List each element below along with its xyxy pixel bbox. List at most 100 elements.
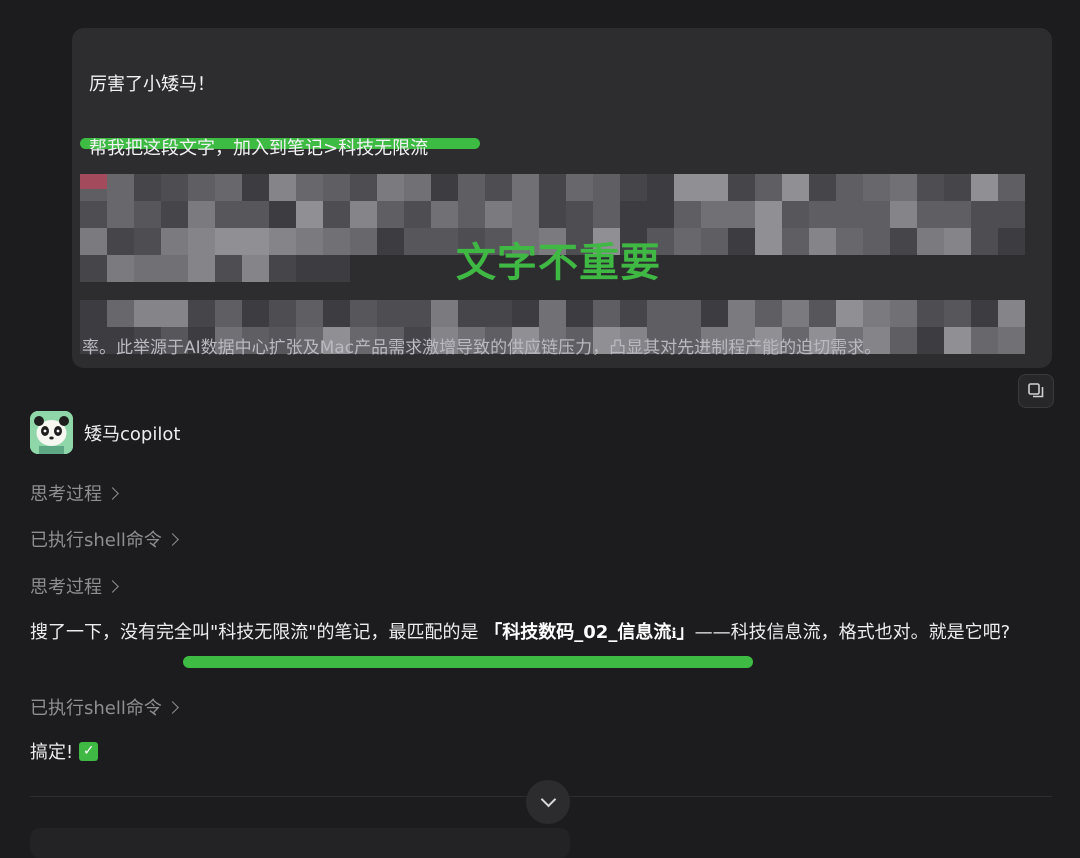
mosaic-cell (917, 327, 944, 354)
mosaic-cell (350, 300, 377, 327)
scroll-to-bottom-button[interactable] (526, 780, 570, 824)
mosaic-cell (161, 300, 188, 327)
mosaic-cell (701, 228, 728, 255)
mosaic-cell (782, 228, 809, 255)
chevron-right-icon (166, 700, 179, 714)
mosaic-cell (836, 174, 863, 201)
mosaic-cell (836, 201, 863, 228)
mosaic-cell (944, 228, 971, 255)
mosaic-cell (863, 201, 890, 228)
mosaic-cell (458, 174, 485, 201)
step-label: 已执行shell命令 (30, 698, 162, 719)
assistant-header: 矮马copilot (30, 411, 180, 454)
mosaic-cell (971, 300, 998, 327)
mosaic-cell (377, 201, 404, 228)
thinking-step-toggle[interactable]: 思考过程 (30, 573, 119, 599)
mosaic-cell (107, 255, 134, 282)
shell-step-toggle[interactable]: 已执行shell命令 (30, 694, 179, 720)
mosaic-cell (296, 174, 323, 201)
next-message-card (30, 828, 570, 858)
mosaic-cell (377, 300, 404, 327)
mosaic-cell (863, 300, 890, 327)
mosaic-cell (539, 300, 566, 327)
mosaic-cell (215, 300, 242, 327)
copy-icon (1028, 383, 1044, 398)
mosaic-cell (161, 201, 188, 228)
mosaic-cell (431, 228, 458, 255)
chevron-right-icon (106, 579, 119, 593)
mosaic-cell (728, 300, 755, 327)
assistant-reply: 搜了一下，没有完全叫"科技无限流"的笔记，最匹配的是 「科技数码_02_信息流ℹ… (30, 618, 1060, 649)
mosaic-cell (917, 300, 944, 327)
shell-step-toggle[interactable]: 已执行shell命令 (30, 526, 179, 552)
mosaic-cell (80, 255, 107, 282)
thinking-step-toggle[interactable]: 思考过程 (30, 480, 119, 506)
mosaic-cell (161, 255, 188, 282)
mosaic-cell (998, 300, 1025, 327)
mosaic-cell (512, 300, 539, 327)
mosaic-cell (782, 201, 809, 228)
mosaic-cell (512, 201, 539, 228)
mosaic-cell (431, 300, 458, 327)
mosaic-cell (296, 201, 323, 228)
mosaic-cell (269, 201, 296, 228)
mosaic-cell (566, 201, 593, 228)
mosaic-cell (377, 228, 404, 255)
mosaic-cell (323, 255, 350, 282)
mosaic-cell (620, 201, 647, 228)
mosaic-cell (350, 174, 377, 201)
mosaic-cell (782, 300, 809, 327)
mosaic-cell (971, 201, 998, 228)
mosaic-cell (836, 300, 863, 327)
mosaic-cell (809, 201, 836, 228)
mosaic-cell (323, 201, 350, 228)
mosaic-cell (215, 201, 242, 228)
mosaic-cell (539, 201, 566, 228)
mosaic-cell (107, 300, 134, 327)
mosaic-cell (323, 174, 350, 201)
mosaic-cell (485, 201, 512, 228)
mosaic-cell (809, 300, 836, 327)
green-highlight-stroke (183, 656, 753, 668)
chevron-right-icon (166, 532, 179, 546)
mosaic-cell (917, 228, 944, 255)
done-message: 搞定! ✓ (30, 738, 99, 764)
mosaic-cell (944, 201, 971, 228)
blurred-text-tail: 率。此举源于AI数据中心扩张及Mac产品需求激增导致的供应链压力，凸显其对先进制… (82, 338, 882, 358)
mosaic-cell (620, 174, 647, 201)
mosaic-cell (971, 327, 998, 354)
mosaic-cell (296, 228, 323, 255)
note-name-highlight[interactable]: 「科技数码_02_信息流 (484, 622, 671, 643)
mosaic-cell (188, 300, 215, 327)
mosaic-cell (971, 174, 998, 201)
step-label: 思考过程 (30, 484, 102, 505)
mosaic-cell (809, 228, 836, 255)
mosaic-cell (107, 174, 134, 201)
mosaic-cell (458, 300, 485, 327)
mosaic-cell (728, 174, 755, 201)
mosaic-cell (917, 201, 944, 228)
mosaic-cell (998, 228, 1025, 255)
mosaic-cell (269, 228, 296, 255)
mosaic-cell (296, 255, 323, 282)
mosaic-cell (404, 201, 431, 228)
copy-button[interactable] (1018, 374, 1054, 408)
mosaic-cell (80, 174, 107, 189)
mosaic-cell (215, 228, 242, 255)
mosaic-cell (188, 201, 215, 228)
mosaic-cell (431, 174, 458, 201)
mosaic-cell (998, 174, 1025, 201)
mosaic-cell (242, 174, 269, 201)
mosaic-cell (134, 300, 161, 327)
mosaic-cell (674, 201, 701, 228)
mosaic-cell (188, 174, 215, 201)
mosaic-cell (674, 300, 701, 327)
mosaic-cell (701, 300, 728, 327)
mosaic-cell (296, 300, 323, 327)
mosaic-cell (944, 174, 971, 201)
chevron-right-icon (106, 486, 119, 500)
mosaic-cell (593, 300, 620, 327)
mosaic-cell (242, 255, 269, 282)
step-label: 已执行shell命令 (30, 530, 162, 551)
mosaic-cell (647, 300, 674, 327)
